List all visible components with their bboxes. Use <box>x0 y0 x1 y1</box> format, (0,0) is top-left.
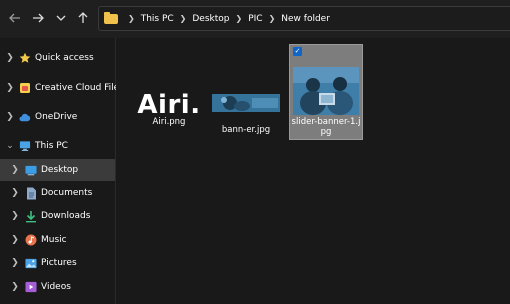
chevron-right-icon: ❯ <box>128 14 135 23</box>
file-item-slider-banner[interactable]: ✓ slider-banner-1.j pg <box>289 44 363 140</box>
chevron-down-icon <box>56 15 66 21</box>
sidebar-item-music[interactable]: ❯ Music <box>0 229 115 251</box>
chevron-down-icon[interactable]: ⌄ <box>5 141 15 151</box>
sidebar-item-pictures[interactable]: ❯ Pictures <box>0 252 115 274</box>
download-icon <box>25 210 37 222</box>
sidebar-item-downloads[interactable]: ❯ Downloads <box>0 205 115 227</box>
sidebar-item-label: Music <box>41 235 67 245</box>
folder-icon <box>104 11 118 24</box>
chevron-right-icon[interactable]: ❯ <box>10 188 20 198</box>
music-icon <box>25 234 37 246</box>
breadcrumb-label: PIC <box>248 13 263 24</box>
cloud-icon <box>19 111 31 123</box>
address-bar[interactable]: ❯ This PC ❯ Desktop ❯ PIC ❯ New folder <box>98 6 510 31</box>
sidebar-item-label: Quick access <box>35 53 94 63</box>
sidebar-item-onedrive[interactable]: ❯ OneDrive <box>0 106 115 128</box>
checkbox-checked-icon[interactable]: ✓ <box>293 47 302 56</box>
chevron-right-icon[interactable]: ❯ <box>10 165 20 175</box>
breadcrumb-label: New folder <box>281 13 330 24</box>
banner-image <box>212 94 280 112</box>
sidebar-item-label: Downloads <box>41 211 91 221</box>
sidebar-item-label: OneDrive <box>35 112 78 122</box>
breadcrumb-new-folder[interactable]: ❯ New folder <box>263 14 330 24</box>
navigation-bar: ❯ This PC ❯ Desktop ❯ PIC ❯ New folder <box>0 0 510 38</box>
chevron-right-icon: ❯ <box>235 14 243 23</box>
file-name-continued: pg <box>320 127 332 137</box>
sidebar-item-this-pc[interactable]: ⌄ This PC <box>0 135 115 157</box>
video-icon <box>25 281 37 293</box>
sidebar-item-label: This PC <box>35 141 68 151</box>
file-name: Airi.png <box>152 117 186 127</box>
arrow-right-icon <box>33 13 44 23</box>
chevron-right-icon[interactable]: ❯ <box>5 53 15 63</box>
chevron-right-icon[interactable]: ❯ <box>10 235 20 245</box>
file-thumbnail <box>210 46 282 112</box>
breadcrumb-label: This PC <box>140 13 174 24</box>
sidebar-item-label: Creative Cloud Files <box>35 83 124 93</box>
breadcrumb-label: Desktop <box>192 13 230 24</box>
arrow-left-icon <box>9 13 20 23</box>
breadcrumb-desktop[interactable]: ❯ Desktop <box>174 14 230 24</box>
image-thumbnail <box>293 67 359 115</box>
forward-button[interactable] <box>29 9 47 27</box>
sidebar-item-desktop[interactable]: ❯ Desktop <box>0 159 115 181</box>
file-name: slider-banner-1.j <box>291 117 361 127</box>
recent-locations-button[interactable] <box>52 9 70 27</box>
sidebar-item-label: Documents <box>41 188 93 198</box>
chevron-right-icon[interactable]: ❯ <box>5 83 15 93</box>
creative-cloud-icon <box>19 82 31 94</box>
breadcrumb-this-pc[interactable]: ❯ This PC <box>122 14 174 24</box>
sidebar-item-quick-access[interactable]: ❯ Quick access <box>0 47 115 69</box>
sidebar-item-documents[interactable]: ❯ Documents <box>0 182 115 204</box>
file-thumbnail: Airi. <box>133 46 205 120</box>
chevron-right-icon[interactable]: ❯ <box>5 112 15 122</box>
chevron-right-icon: ❯ <box>179 14 187 23</box>
chevron-right-icon: ❯ <box>268 14 276 23</box>
star-icon <box>19 52 31 64</box>
thumbnail-text: Airi. <box>137 90 201 120</box>
desktop-icon <box>25 164 37 176</box>
sidebar-item-videos[interactable]: ❯ Videos <box>0 276 115 298</box>
sidebar-item-label: Pictures <box>41 258 77 268</box>
chevron-right-icon[interactable]: ❯ <box>10 282 20 292</box>
sidebar-item-label: Desktop <box>41 165 79 175</box>
file-list[interactable]: Airi. Airi.png bann-er.jpg ✓ slider-bann… <box>116 38 510 304</box>
sidebar-item-creative-cloud-files[interactable]: ❯ Creative Cloud Files <box>0 77 124 99</box>
sidebar-item-label: Videos <box>41 282 71 292</box>
picture-icon <box>25 257 37 269</box>
navigation-pane: ❯ Quick access ❯ Creative Cloud Files ❯ … <box>0 38 124 304</box>
file-item-airi[interactable]: Airi. Airi.png <box>133 46 205 134</box>
chevron-right-icon[interactable]: ❯ <box>10 211 20 221</box>
arrow-up-icon <box>78 12 88 23</box>
up-button[interactable] <box>74 9 92 27</box>
file-item-bann-er[interactable]: bann-er.jpg <box>210 46 282 135</box>
chevron-right-icon[interactable]: ❯ <box>10 258 20 268</box>
document-icon <box>25 187 37 199</box>
back-button[interactable] <box>6 9 24 27</box>
breadcrumb-pic[interactable]: ❯ PIC <box>230 14 263 24</box>
file-name: bann-er.jpg <box>221 125 271 135</box>
computer-icon <box>19 140 31 152</box>
